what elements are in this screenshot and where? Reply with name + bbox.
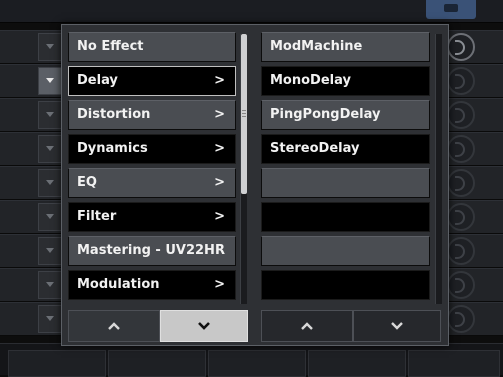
- category-item[interactable]: Dynamics >: [68, 134, 236, 164]
- plugin-item-empty: [261, 270, 430, 300]
- footer-button[interactable]: [308, 350, 406, 377]
- plugin-item-empty: [261, 168, 430, 198]
- footer-button[interactable]: [208, 350, 306, 377]
- triangle-down-icon: [46, 78, 54, 83]
- knob-icon[interactable]: [447, 33, 475, 61]
- slot-dropdown-button[interactable]: [38, 169, 62, 197]
- category-page-down-button[interactable]: [160, 310, 248, 342]
- knob-icon[interactable]: [447, 203, 475, 231]
- triangle-down-icon: [46, 146, 54, 151]
- category-label: Dynamics: [77, 141, 148, 156]
- plugin-item[interactable]: StereoDelay: [261, 134, 430, 164]
- knob-icon[interactable]: [447, 271, 475, 299]
- triangle-down-icon: [46, 282, 54, 287]
- plugin-item-empty: [261, 202, 430, 232]
- category-item[interactable]: Modulation >: [68, 270, 236, 300]
- category-item[interactable]: Filter >: [68, 202, 236, 232]
- plugin-label: MonoDelay: [270, 73, 351, 88]
- category-label: Delay: [77, 73, 118, 88]
- category-item[interactable]: EQ >: [68, 168, 236, 198]
- category-scroll-thumb[interactable]: [241, 34, 247, 194]
- slot-dropdown-button[interactable]: [38, 271, 62, 299]
- knob-icon[interactable]: [447, 169, 475, 197]
- plugin-item[interactable]: ModMachine: [261, 32, 430, 62]
- plugin-item-empty: [261, 236, 430, 266]
- chevron-up-icon: [301, 322, 313, 330]
- plugin-label: StereoDelay: [270, 141, 360, 156]
- category-label: Distortion: [77, 107, 151, 122]
- category-item-selected[interactable]: Delay >: [68, 66, 236, 96]
- triangle-down-icon: [46, 214, 54, 219]
- chevron-right-icon: >: [214, 141, 225, 156]
- plugin-item[interactable]: PingPongDelay: [261, 100, 430, 130]
- chevron-right-icon: >: [214, 73, 225, 88]
- mixer-footer: [0, 343, 503, 377]
- chevron-down-icon: [198, 322, 210, 330]
- triangle-down-icon: [46, 112, 54, 117]
- category-label: Modulation: [77, 277, 160, 292]
- chevron-down-icon: [391, 322, 403, 330]
- header-tab-icon: [444, 4, 458, 12]
- chevron-right-icon: >: [214, 209, 225, 224]
- footer-button[interactable]: [8, 350, 106, 377]
- category-item[interactable]: Mastering - UV22HR: [68, 236, 236, 266]
- category-label: Mastering - UV22HR: [77, 243, 225, 258]
- category-item[interactable]: No Effect: [68, 32, 236, 62]
- plugin-page-up-button[interactable]: [261, 310, 353, 342]
- slot-dropdown-button[interactable]: [38, 237, 62, 265]
- plugin-page-down-button[interactable]: [353, 310, 441, 342]
- plugin-label: PingPongDelay: [270, 107, 381, 122]
- chevron-right-icon: >: [214, 277, 225, 292]
- category-item[interactable]: Distortion >: [68, 100, 236, 130]
- knob-icon[interactable]: [447, 135, 475, 163]
- triangle-down-icon: [46, 180, 54, 185]
- plugin-label: ModMachine: [270, 39, 363, 54]
- plugin-item[interactable]: MonoDelay: [261, 66, 430, 96]
- slot-dropdown-button[interactable]: [38, 101, 62, 129]
- category-label: EQ: [77, 175, 97, 190]
- slot-dropdown-button[interactable]: [38, 67, 62, 95]
- footer-button[interactable]: [108, 350, 206, 377]
- knob-icon[interactable]: [447, 305, 475, 333]
- category-scrollbar[interactable]: [240, 34, 247, 304]
- knob-icon[interactable]: [447, 101, 475, 129]
- category-label: No Effect: [77, 39, 144, 54]
- chevron-right-icon: >: [214, 175, 225, 190]
- triangle-down-icon: [46, 44, 54, 49]
- chevron-up-icon: [108, 322, 120, 330]
- effect-picker-popup: No Effect Delay > Distortion > Dynamics …: [61, 24, 449, 346]
- category-page-up-button[interactable]: [68, 310, 160, 342]
- slot-dropdown-button[interactable]: [38, 33, 62, 61]
- slot-dropdown-button[interactable]: [38, 305, 62, 333]
- plugin-scrollbar[interactable]: [435, 34, 442, 304]
- knob-icon[interactable]: [447, 67, 475, 95]
- triangle-down-icon: [46, 316, 54, 321]
- triangle-down-icon: [46, 248, 54, 253]
- header-tab-button[interactable]: [426, 0, 476, 19]
- knob-icon[interactable]: [447, 237, 475, 265]
- slot-dropdown-button[interactable]: [38, 135, 62, 163]
- category-label: Filter: [77, 209, 117, 224]
- slot-dropdown-button[interactable]: [38, 203, 62, 231]
- chevron-right-icon: >: [214, 107, 225, 122]
- footer-button[interactable]: [408, 350, 500, 377]
